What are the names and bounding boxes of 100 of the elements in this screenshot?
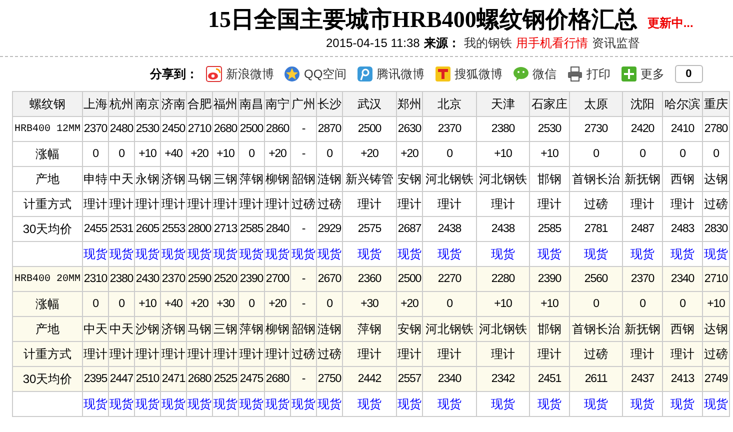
table-cell: 理计 xyxy=(530,192,570,216)
table-cell: 2530 xyxy=(134,116,160,142)
table-cell: 2442 xyxy=(342,366,396,392)
table-cell: 2870 xyxy=(316,116,342,142)
table-cell: 2370 xyxy=(622,266,662,292)
table-cell: 理计 xyxy=(160,342,186,366)
share-link[interactable]: 搜狐微博 xyxy=(454,66,503,82)
table-cell: - xyxy=(290,292,316,316)
table-cell: 理计 xyxy=(662,342,702,366)
table-cell: +10 xyxy=(476,142,530,166)
table-cell: 理计 xyxy=(342,342,396,366)
monitor-link[interactable]: 资讯监督 xyxy=(592,34,640,52)
table-cell: 0 xyxy=(622,292,662,316)
table-cell: +20 xyxy=(396,292,422,316)
table-cell: +20 xyxy=(186,142,212,166)
table-cell: 理计 xyxy=(108,192,134,216)
table-cell: 韶钢 xyxy=(290,316,316,342)
table-cell: 过磅 xyxy=(570,342,622,366)
table-cell: 新兴铸管 xyxy=(342,166,396,192)
table-cell: 邯钢 xyxy=(530,316,570,342)
table-cell: 2413 xyxy=(662,366,702,392)
table-cell: +40 xyxy=(160,292,186,316)
row-label: HRB400 12MM xyxy=(12,116,82,142)
table-cell: 2710 xyxy=(186,116,212,142)
table-cell: 2340 xyxy=(662,266,702,292)
table-cell: 2730 xyxy=(570,116,622,142)
table-cell: 2410 xyxy=(662,116,702,142)
column-header: 合肥 xyxy=(186,92,212,116)
table-cell: 过磅 xyxy=(316,342,342,366)
table-cell: 0 xyxy=(622,142,662,166)
table-cell: 0 xyxy=(238,292,264,316)
table-cell: 邯钢 xyxy=(530,166,570,192)
table-cell: 理计 xyxy=(212,192,238,216)
column-header: 南京 xyxy=(134,92,160,116)
table-cell: 河北钢铁 xyxy=(476,316,530,342)
table-cell: +30 xyxy=(212,292,238,316)
share-link[interactable]: QQ空间 xyxy=(304,66,347,82)
table-cell: 安钢 xyxy=(396,166,422,192)
table-cell: 2560 xyxy=(570,266,622,292)
table-cell: 2342 xyxy=(476,366,530,392)
table-cell: 2680 xyxy=(264,366,290,392)
table-cell: 过磅 xyxy=(316,192,342,216)
column-header: 南宁 xyxy=(264,92,290,116)
table-cell: 2630 xyxy=(396,116,422,142)
table-cell: 理计 xyxy=(422,342,476,366)
mobile-link[interactable]: 用手机看行情 xyxy=(516,34,588,52)
table-cell: 新抚钢 xyxy=(622,316,662,342)
table-cell: 萍钢 xyxy=(238,166,264,192)
table-cell: 理计 xyxy=(662,192,702,216)
table-cell: 河北钢铁 xyxy=(422,166,476,192)
table-cell: 理计 xyxy=(476,342,530,366)
column-header: 北京 xyxy=(422,92,476,116)
chat-bubble-icon[interactable] xyxy=(512,66,529,82)
row-label: 产地 xyxy=(12,316,82,342)
table-cell: 2270 xyxy=(422,266,476,292)
table-cell: 2557 xyxy=(396,366,422,392)
table-cell: 过磅 xyxy=(702,192,730,216)
table-cell: 理计 xyxy=(212,342,238,366)
table-cell: 新抚钢 xyxy=(622,166,662,192)
table-cell: 2500 xyxy=(342,116,396,142)
row-label: 计重方式 xyxy=(12,342,82,366)
table-cell: 涟钢 xyxy=(316,316,342,342)
table-cell: 马钢 xyxy=(186,166,212,192)
table-cell: 2280 xyxy=(476,266,530,292)
table-cell: 济钢 xyxy=(160,166,186,192)
table-cell: 0 xyxy=(570,142,622,166)
table-cell: 理计 xyxy=(476,192,530,216)
source-label: 来源： xyxy=(424,34,460,52)
table-cell: 西钢 xyxy=(662,166,702,192)
table-cell: 过磅 xyxy=(290,342,316,366)
table-cell: 2749 xyxy=(702,366,730,392)
star-icon[interactable] xyxy=(284,66,300,82)
table-cell: 2780 xyxy=(702,116,730,142)
share-link[interactable]: 更多 xyxy=(640,66,665,82)
table-cell: 2500 xyxy=(396,266,422,292)
table-cell: +20 xyxy=(264,142,290,166)
table-cell: 2590 xyxy=(186,266,212,292)
table-cell: 中天 xyxy=(108,166,134,192)
table-cell: 达钢 xyxy=(702,316,730,342)
table-cell: 理计 xyxy=(396,192,422,216)
share-link[interactable]: 微信 xyxy=(532,66,557,82)
column-header: 哈尔滨 xyxy=(662,92,702,116)
table-cell: 0 xyxy=(108,292,134,316)
source-link[interactable]: 我的钢铁 xyxy=(464,34,512,52)
table-cell: 过磅 xyxy=(570,192,622,216)
table-cell: 2670 xyxy=(316,266,342,292)
table-cell: 理计 xyxy=(264,192,290,216)
share-link[interactable]: 新浪微博 xyxy=(226,66,274,82)
share-link[interactable]: 打印 xyxy=(586,66,611,82)
plus-icon[interactable] xyxy=(620,66,637,82)
table-cell: 申特 xyxy=(82,166,108,192)
table-cell: +10 xyxy=(530,142,570,166)
column-header: 太原 xyxy=(570,92,622,116)
column-header: 福州 xyxy=(212,92,238,116)
row-label: 涨幅 xyxy=(12,292,82,316)
table-cell: 2437 xyxy=(622,366,662,392)
table-cell: 2370 xyxy=(160,266,186,292)
share-link[interactable]: 腾讯微博 xyxy=(376,66,425,82)
printer-icon[interactable] xyxy=(566,66,583,82)
column-header: 沈阳 xyxy=(622,92,662,116)
